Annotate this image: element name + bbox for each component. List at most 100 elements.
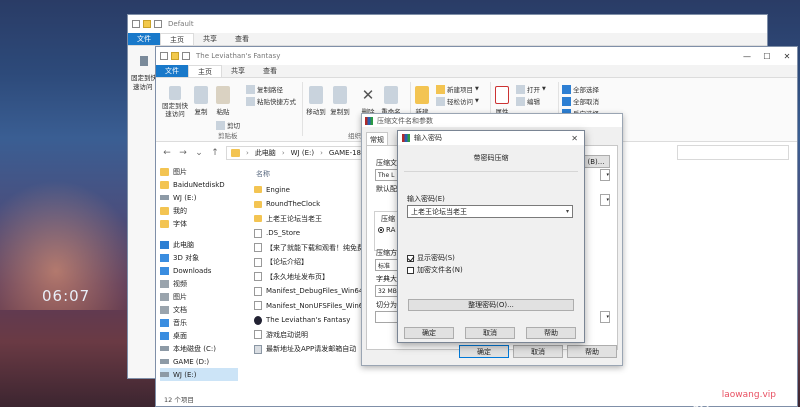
file-row[interactable]: RoundTheClock — [254, 198, 366, 211]
sidebar-item[interactable]: BaiduNetdiskD — [160, 178, 238, 191]
recent-chevron-icon[interactable]: ⌄ — [194, 148, 204, 158]
sidebar-item[interactable]: 图片 — [160, 290, 238, 303]
pin-quick-access-button[interactable]: 固定到快速访问 — [160, 86, 190, 118]
rar-titlebar[interactable]: 压缩文件名和参数 — [362, 114, 622, 127]
forward-arrow-icon[interactable]: → — [178, 148, 188, 158]
tab-file[interactable]: 文件 — [156, 65, 188, 77]
file-row[interactable]: 上老王论坛当老王 — [254, 212, 366, 225]
rar-ok-button[interactable]: 确定 — [459, 345, 509, 358]
file-row[interactable]: 【来了就能下载和观看！纯免费 — [254, 241, 366, 254]
sidebar-item[interactable]: 字体 — [160, 217, 238, 230]
select-all-button[interactable]: 全部选择 — [562, 84, 599, 94]
file-name: 【永久地址发布页】 — [266, 272, 329, 281]
tab-home[interactable]: 主页 — [188, 65, 222, 77]
file-row[interactable]: Manifest_DebugFiles_Win64 — [254, 285, 366, 298]
update-mode-dropdown[interactable]: ▾ — [600, 169, 610, 181]
close-button[interactable]: ✕ — [777, 52, 797, 61]
sidebar-item[interactable]: 图片 — [160, 165, 238, 178]
sidebar-item[interactable]: WJ (E:) — [160, 368, 238, 381]
app-icon — [254, 315, 262, 325]
encrypt-filenames-checkbox[interactable]: 加密文件名(N) — [407, 265, 463, 275]
password-cancel-button[interactable]: 取消 — [465, 327, 515, 339]
sidebar-item[interactable]: 本地磁盘 (C:) — [160, 342, 238, 355]
file-row[interactable]: 游戏启动说明 — [254, 328, 366, 341]
back-arrow-icon[interactable]: ← — [162, 148, 172, 158]
chevron-down-icon: ▼ — [542, 86, 546, 92]
file-row[interactable]: Manifest_NonUFSFiles_Win6 — [254, 299, 366, 312]
password-help-button[interactable]: 帮助 — [526, 327, 576, 339]
sidebar-item[interactable]: GAME (D:) — [160, 355, 238, 368]
properties-button[interactable]: 属性 — [494, 86, 510, 116]
password-ok-button[interactable]: 确定 — [404, 327, 454, 339]
show-password-checkbox[interactable]: 显示密码(S) — [407, 253, 455, 263]
up-arrow-icon[interactable]: ↑ — [210, 148, 220, 158]
sidebar-item-label: BaiduNetdiskD — [173, 180, 225, 189]
sidebar-item[interactable]: 桌面 — [160, 329, 238, 342]
copy-path-button[interactable]: 复制路径 — [246, 84, 283, 94]
explorer-titlebar[interactable]: The Leviathan's Fantasy — ☐ ✕ — [156, 47, 797, 65]
cut-button[interactable]: 剪切 — [216, 120, 240, 130]
file-row[interactable]: .DS_Store — [254, 227, 366, 240]
easy-access-button[interactable]: 轻松访问 ▼ — [436, 96, 479, 106]
maximize-button[interactable]: ☐ — [757, 52, 777, 61]
back-tab-view[interactable]: 查看 — [226, 33, 258, 45]
rar-cancel-button[interactable]: 取消 — [513, 345, 563, 358]
password-input[interactable]: 上老王论坛当老王 ▾ — [407, 205, 573, 218]
folder-icon — [160, 266, 169, 275]
open-button[interactable]: 打开 ▼ — [516, 84, 546, 94]
back-titlebar[interactable]: Default — [128, 15, 767, 33]
sidebar-item[interactable]: 视频 — [160, 277, 238, 290]
move-to-button[interactable]: 移动到 — [306, 86, 326, 116]
paste-button[interactable]: 粘贴 — [214, 86, 232, 116]
column-header-name[interactable]: 名称 — [256, 169, 270, 179]
file-row[interactable]: Engine — [254, 183, 366, 196]
file-row[interactable]: The Leviathan's Fantasy — [254, 314, 366, 327]
rename-button[interactable]: 重命名 — [380, 86, 402, 116]
paste-label: 粘贴 — [216, 108, 230, 116]
profile-dropdown[interactable]: ▾ — [600, 194, 610, 206]
new-item-button[interactable]: 新建项目 ▼ — [436, 84, 479, 94]
breadcrumb-pc[interactable]: 此电脑 — [255, 148, 276, 158]
file-list: 名称 Engine RoundTheClock 上老王论坛当老王 .DS_Store 【… — [251, 165, 371, 395]
new-folder-button[interactable]: 新建 — [414, 86, 430, 116]
tab-general[interactable]: 常规 — [366, 132, 388, 146]
back-tab-home[interactable]: 主页 — [160, 33, 194, 45]
paste-shortcut-button[interactable]: 粘贴快捷方式 — [246, 96, 296, 106]
copy-button[interactable]: 复制 — [192, 86, 210, 116]
folder-icon — [160, 167, 169, 176]
sidebar-item[interactable]: Downloads — [160, 264, 238, 277]
sidebar-item[interactable]: 3D 对象 — [160, 251, 238, 264]
browse-button[interactable]: (B)... — [582, 155, 610, 168]
copy-to-button[interactable]: 复制到 — [330, 86, 350, 116]
file-row[interactable]: 【论坛介绍】 — [254, 256, 366, 269]
rar-help-button[interactable]: 帮助 — [567, 345, 617, 358]
sidebar-item[interactable]: 文档 — [160, 303, 238, 316]
file-name: 游戏启动说明 — [266, 330, 308, 339]
breadcrumb-drive[interactable]: WJ (E:) — [291, 149, 314, 157]
sidebar-item-label: 3D 对象 — [173, 253, 200, 262]
sidebar-item[interactable]: 此电脑 — [160, 238, 238, 251]
delete-button[interactable]: ✕ 删除 — [360, 86, 376, 116]
tab-share[interactable]: 共享 — [222, 65, 254, 77]
password-dialog[interactable]: 输入密码 ✕ 带密码压缩 输入密码(E) 上老王论坛当老王 ▾ 显示密码(S) … — [397, 130, 585, 343]
minimize-button[interactable]: — — [737, 52, 757, 61]
split-unit-dropdown[interactable]: ▾ — [600, 311, 610, 323]
file-row[interactable]: 最新地址及APP请发邮箱自动 — [254, 343, 366, 356]
search-input[interactable] — [677, 145, 789, 160]
password-dialog-title: 输入密码 — [414, 134, 442, 142]
sidebar-item[interactable]: 音乐 — [160, 316, 238, 329]
back-tab-file[interactable]: 文件 — [128, 33, 160, 45]
sidebar-item[interactable]: WJ (E:) — [160, 191, 238, 204]
sidebar-item-label: 文档 — [173, 305, 187, 314]
rar-format-radio[interactable]: RA — [378, 226, 395, 234]
file-row[interactable]: 【永久地址发布页】 — [254, 270, 366, 283]
tab-view[interactable]: 查看 — [254, 65, 286, 77]
password-titlebar[interactable]: 输入密码 ✕ — [398, 131, 584, 145]
select-none-button[interactable]: 全部取消 — [562, 96, 599, 106]
sidebar-item[interactable]: 我的 — [160, 204, 238, 217]
chevron-down-icon[interactable]: ▾ — [566, 208, 569, 215]
close-icon[interactable]: ✕ — [571, 134, 578, 143]
organize-passwords-button[interactable]: 整理密码(O)... — [408, 299, 574, 311]
back-tab-share[interactable]: 共享 — [194, 33, 226, 45]
edit-button[interactable]: 编辑 — [516, 96, 540, 106]
